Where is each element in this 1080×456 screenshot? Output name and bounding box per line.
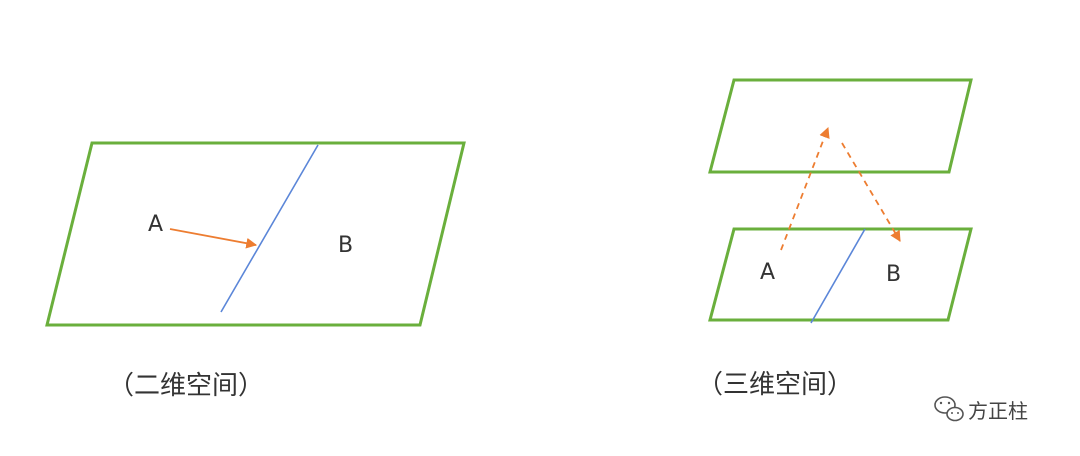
right-arrow-down [841,142,901,242]
watermark: 方正柱 [934,396,1028,423]
left-plane [45,141,466,327]
left-arrow-a-to-boundary [169,228,258,249]
right-arrow-up [780,126,830,251]
watermark-text: 方正柱 [968,399,1028,423]
left-divider-line [220,144,319,313]
right-lower-plane [708,227,973,322]
right-upper-plane [708,78,973,174]
left-caption: （二维空间） [108,371,264,401]
wechat-icon [934,396,964,422]
left-label-a: A [148,212,163,237]
left-diagram-2d: A B （二维空间） [45,141,466,401]
right-caption: （三维空间） [697,370,853,400]
right-label-a: A [760,260,775,285]
right-diagram-3d: A B （三维空间） [697,78,973,400]
right-label-b: B [886,262,901,287]
right-divider-line [810,228,866,324]
diagram-canvas: A B （二维空间） A B （三维空间） 方正柱 [45,78,1028,423]
left-label-b: B [338,233,353,258]
